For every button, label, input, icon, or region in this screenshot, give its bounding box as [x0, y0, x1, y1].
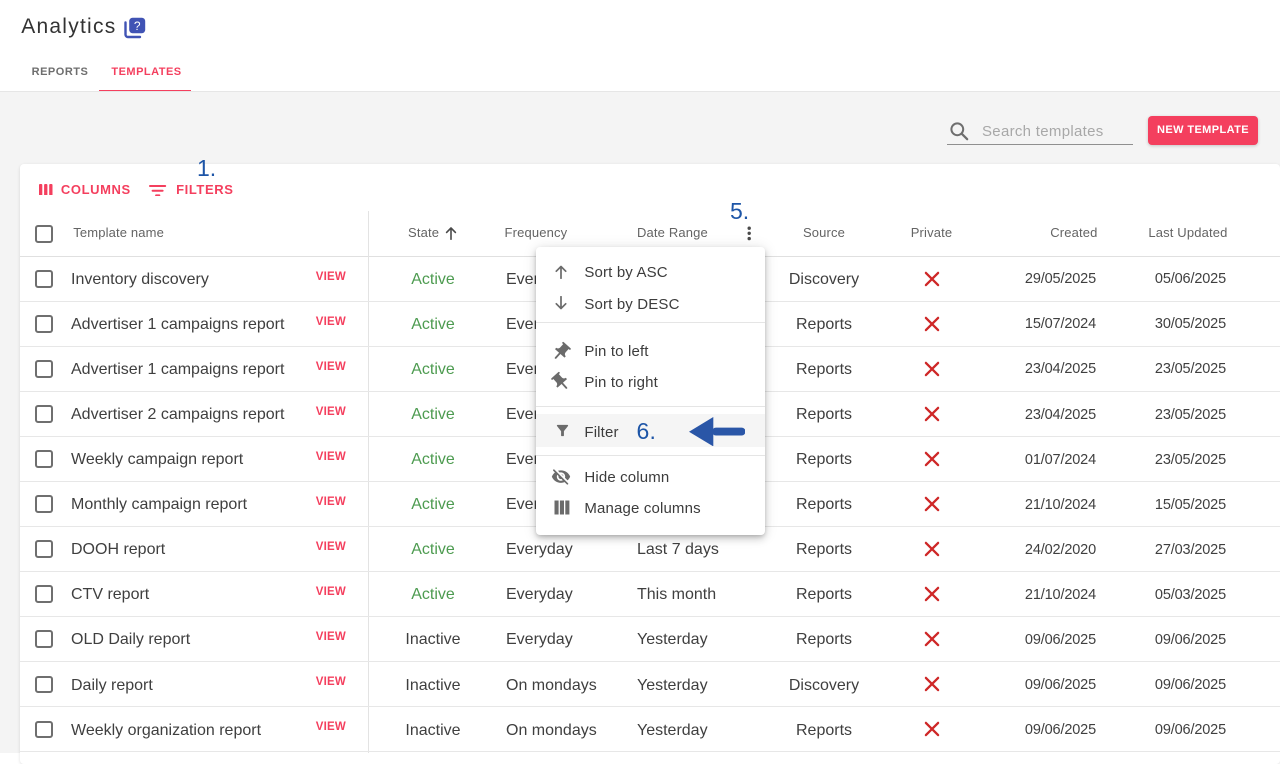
svg-text:?: ?	[134, 19, 141, 33]
